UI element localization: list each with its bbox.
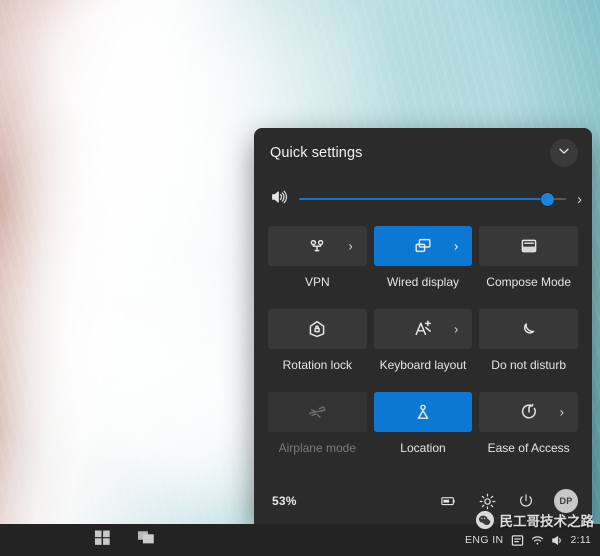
- tile-location: Location: [374, 392, 473, 475]
- battery-icon[interactable]: [437, 490, 459, 512]
- quick-settings-tile-grid: › VPN › Wired display Compose Mode Rotation l…: [254, 220, 592, 478]
- tile-button-compose-mode[interactable]: [479, 226, 578, 266]
- collapse-button[interactable]: [550, 139, 578, 167]
- moon-icon: [518, 318, 540, 340]
- ime-icon[interactable]: [511, 534, 524, 547]
- volume-row: ›: [254, 178, 592, 220]
- battery-percent-label: 53%: [272, 494, 297, 508]
- avatar[interactable]: DP: [554, 489, 578, 513]
- tile-label: Wired display: [387, 275, 459, 289]
- tile-button-vpn[interactable]: ›: [268, 226, 367, 266]
- panel-title: Quick settings: [270, 145, 362, 161]
- quick-settings-panel: Quick settings › › VPN › Wired display Compo…: [254, 128, 592, 524]
- chevron-right-icon[interactable]: ›: [560, 405, 564, 420]
- chevron-right-icon[interactable]: ›: [454, 239, 458, 254]
- taskbar-left: [0, 525, 164, 555]
- tile-button-airplane-mode: [268, 392, 367, 432]
- volume-tray-icon[interactable]: [551, 534, 564, 547]
- tile-label: Airplane mode: [279, 441, 356, 455]
- task-view-button[interactable]: [128, 525, 164, 555]
- quick-settings-footer: 53% DP: [254, 478, 592, 524]
- rotation-lock-icon: [306, 318, 328, 340]
- tray-language[interactable]: ENG IN: [465, 534, 504, 546]
- tile-do-not-disturb: Do not disturb: [479, 309, 578, 392]
- task-view-icon: [137, 529, 156, 551]
- tile-keyboard-layout: › Keyboard layout: [374, 309, 473, 392]
- speaker-icon[interactable]: [270, 188, 288, 211]
- ease-of-access-icon: [518, 401, 540, 423]
- tile-label: Ease of Access: [488, 441, 570, 455]
- tile-button-wired-display[interactable]: ›: [374, 226, 473, 266]
- tile-button-ease-of-access[interactable]: ›: [479, 392, 578, 432]
- quick-settings-header: Quick settings: [254, 128, 592, 178]
- tile-label: Location: [400, 441, 445, 455]
- tile-label: Compose Mode: [486, 275, 571, 289]
- tile-airplane-mode: Airplane mode: [268, 392, 367, 475]
- tile-rotation-lock: Rotation lock: [268, 309, 367, 392]
- chevron-right-icon[interactable]: ›: [454, 322, 458, 337]
- tile-label: Rotation lock: [283, 358, 352, 372]
- chevron-right-icon[interactable]: ›: [348, 239, 352, 254]
- tile-button-keyboard-layout[interactable]: ›: [374, 309, 473, 349]
- network-icon[interactable]: [531, 534, 544, 547]
- volume-slider-thumb[interactable]: [541, 193, 554, 206]
- tray-clock[interactable]: 2:11: [571, 534, 591, 546]
- tile-compose-mode: Compose Mode: [479, 226, 578, 309]
- tile-vpn: › VPN: [268, 226, 367, 309]
- tile-button-do-not-disturb[interactable]: [479, 309, 578, 349]
- taskbar: ENG IN 2:11: [0, 524, 600, 556]
- footer-actions: DP: [437, 489, 578, 513]
- windows-start-button[interactable]: [84, 525, 120, 555]
- volume-slider-fill: [299, 198, 547, 200]
- tile-button-rotation-lock[interactable]: [268, 309, 367, 349]
- power-icon[interactable]: [515, 490, 537, 512]
- airplane-icon: [306, 401, 328, 423]
- compose-mode-icon: [518, 235, 540, 257]
- tile-wired-display: › Wired display: [374, 226, 473, 309]
- tile-label: Keyboard layout: [380, 358, 467, 372]
- tile-label: Do not disturb: [491, 358, 566, 372]
- wired-display-icon: [412, 235, 434, 257]
- keyboard-layout-icon: [412, 318, 434, 340]
- volume-expand-button[interactable]: ›: [577, 192, 582, 207]
- chevron-down-icon: [557, 144, 571, 163]
- vpn-icon: [306, 235, 328, 257]
- tile-button-location[interactable]: [374, 392, 473, 432]
- system-tray: ENG IN 2:11: [465, 534, 600, 547]
- windows-start-icon: [94, 529, 111, 551]
- tile-ease-of-access: › Ease of Access: [479, 392, 578, 475]
- volume-slider[interactable]: [299, 192, 566, 206]
- tile-label: VPN: [305, 275, 330, 289]
- location-icon: [412, 401, 434, 423]
- gear-icon[interactable]: [476, 490, 498, 512]
